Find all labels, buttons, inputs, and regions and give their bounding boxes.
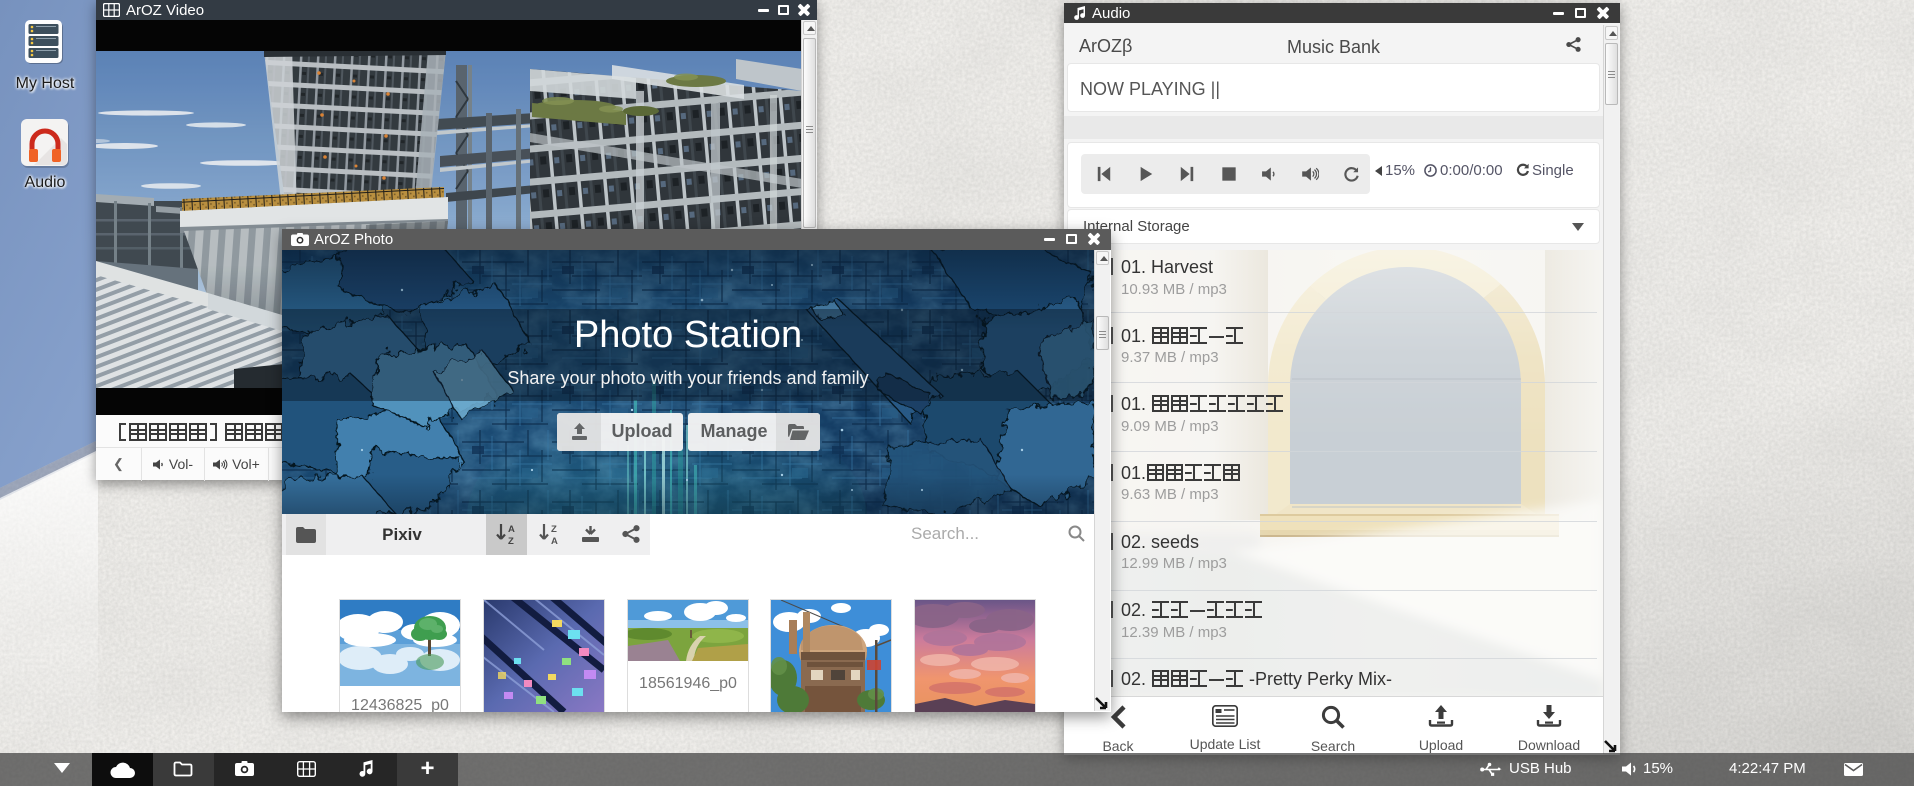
svg-text:A: A bbox=[551, 536, 558, 545]
svg-text:A: A bbox=[508, 524, 515, 535]
svg-text:Z: Z bbox=[551, 524, 557, 535]
svg-text:Z: Z bbox=[508, 536, 514, 545]
